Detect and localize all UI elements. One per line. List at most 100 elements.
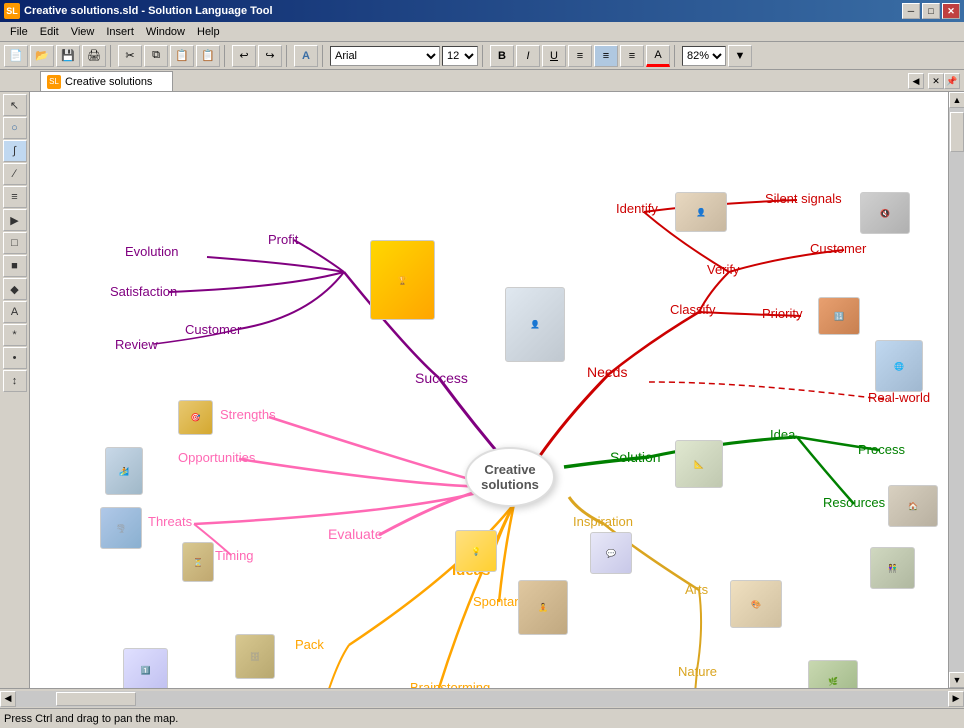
title-bar: SL Creative solutions.sld - Solution Lan… <box>0 0 964 22</box>
opportunities-image: 🏄 <box>105 447 143 495</box>
maximize-button[interactable]: □ <box>922 3 940 19</box>
close-button[interactable]: ✕ <box>942 3 960 19</box>
redo-button[interactable]: ↪ <box>258 45 282 67</box>
menu-help[interactable]: Help <box>191 24 226 40</box>
menu-file[interactable]: File <box>4 24 34 40</box>
print-button[interactable]: 🖨 <box>82 45 106 67</box>
pack1-image: 1️⃣ <box>123 648 168 688</box>
tool-text[interactable]: A <box>3 301 27 323</box>
paste2-button[interactable]: 📋 <box>196 45 220 67</box>
strengths-image: 🎯 <box>178 400 213 435</box>
arts-image: 🎨 <box>730 580 782 628</box>
bottom-scrollbar-area: ◀ ▶ <box>0 688 964 708</box>
nature-image: 🌿 <box>808 660 858 688</box>
scroll-track-vertical[interactable] <box>949 108 964 672</box>
spontaneous-image: 🧘 <box>518 580 568 635</box>
pack3-image: 🗄 <box>235 634 275 679</box>
scroll-down-button[interactable]: ▼ <box>949 672 964 688</box>
inspiration-image: 💬 <box>590 532 632 574</box>
toolbar: 📄 📂 💾 🖨 ✂ ⧉ 📋 📋 ↩ ↪ A Arial 12 B I U ≡ ≡… <box>0 42 964 70</box>
identify-image: 👤 <box>675 192 727 232</box>
align-right-button[interactable]: ≡ <box>620 45 644 67</box>
tool-diamond[interactable]: ◆ <box>3 278 27 300</box>
timing-image: ⏳ <box>182 542 214 582</box>
tab-close[interactable]: ✕ <box>928 73 944 89</box>
align-center-button[interactable]: ≡ <box>594 45 618 67</box>
font-color-button[interactable]: A <box>646 45 670 67</box>
trophy-image: 🏆 <box>370 240 435 320</box>
tab-nav-prev[interactable]: ◀ <box>908 73 924 89</box>
zoom-btn2[interactable]: ▼ <box>728 45 752 67</box>
scroll-thumb-vertical[interactable] <box>950 112 964 152</box>
menu-insert[interactable]: Insert <box>100 24 140 40</box>
tool-resize[interactable]: ↕ <box>3 370 27 392</box>
main-layout: ↖ ○ ∫ ∕ ≡ ▶ □ ■ ◆ A * • ↕ <box>0 92 964 688</box>
tool-bullet[interactable]: • <box>3 347 27 369</box>
menu-view[interactable]: View <box>65 24 101 40</box>
new-button[interactable]: 📄 <box>4 45 28 67</box>
tab-row: SL Creative solutions ◀ ✕ 📌 <box>0 70 964 92</box>
format-button[interactable]: A <box>294 45 318 67</box>
tab-icon: SL <box>47 75 61 89</box>
tab-pin[interactable]: 📌 <box>944 73 960 89</box>
status-message: Press Ctrl and drag to pan the map. <box>4 713 178 725</box>
tab-label: Creative solutions <box>65 76 152 88</box>
right-scrollbar: ▲ ▼ <box>948 92 964 688</box>
underline-button[interactable]: U <box>542 45 566 67</box>
paste-button[interactable]: 📋 <box>170 45 194 67</box>
tool-rect-fill[interactable]: ■ <box>3 255 27 277</box>
central-node[interactable]: Creativesolutions <box>465 447 555 507</box>
zoom-selector[interactable]: 82% <box>682 46 726 66</box>
minimize-button[interactable]: ─ <box>902 3 920 19</box>
open-button[interactable]: 📂 <box>30 45 54 67</box>
font-size-selector[interactable]: 12 <box>442 46 478 66</box>
scroll-up-button[interactable]: ▲ <box>949 92 964 108</box>
h-scroll-track[interactable] <box>16 691 948 707</box>
menu-bar: File Edit View Insert Window Help <box>0 22 964 42</box>
tool-play[interactable]: ▶ <box>3 209 27 231</box>
separator-1 <box>110 45 114 67</box>
menu-window[interactable]: Window <box>140 24 191 40</box>
priority-image: 🔢 <box>818 297 860 335</box>
tool-align[interactable]: ≡ <box>3 186 27 208</box>
scroll-left-button[interactable]: ◀ <box>0 691 16 707</box>
left-toolbar: ↖ ○ ∫ ∕ ≡ ▶ □ ■ ◆ A * • ↕ <box>0 92 30 688</box>
cut-button[interactable]: ✂ <box>118 45 142 67</box>
menu-edit[interactable]: Edit <box>34 24 65 40</box>
tool-star[interactable]: * <box>3 324 27 346</box>
tool-rect-outline[interactable]: □ <box>3 232 27 254</box>
tool-select[interactable]: ↖ <box>3 94 27 116</box>
title-bar-buttons: ─ □ ✕ <box>902 3 960 19</box>
tool-line[interactable]: ∕ <box>3 163 27 185</box>
align-left-button[interactable]: ≡ <box>568 45 592 67</box>
h-scroll-thumb[interactable] <box>56 692 136 706</box>
silent-image: 🔇 <box>860 192 910 234</box>
person-image: 👤 <box>505 287 565 362</box>
tool-curve[interactable]: ∫ <box>3 140 27 162</box>
tool-oval[interactable]: ○ <box>3 117 27 139</box>
process-image: 🏠 <box>888 485 938 527</box>
font-selector[interactable]: Arial <box>330 46 440 66</box>
horizontal-scrollbar[interactable] <box>16 691 948 707</box>
threats-image: 🌪 <box>100 507 142 549</box>
separator-4 <box>322 45 326 67</box>
separator-6 <box>674 45 678 67</box>
solution-image: 📐 <box>675 440 723 488</box>
separator-2 <box>224 45 228 67</box>
resources-image: 👫 <box>870 547 915 589</box>
separator-5 <box>482 45 486 67</box>
italic-button[interactable]: I <box>516 45 540 67</box>
status-bar: Press Ctrl and drag to pan the map. <box>0 708 964 728</box>
copy-button[interactable]: ⧉ <box>144 45 168 67</box>
undo-button[interactable]: ↩ <box>232 45 256 67</box>
mindmap-svg <box>30 92 948 688</box>
app-icon: SL <box>4 3 20 19</box>
ideas-image: 💡 <box>455 530 497 572</box>
canvas-area[interactable]: Creativesolutions Success Profit Evoluti… <box>30 92 948 688</box>
save-button[interactable]: 💾 <box>56 45 80 67</box>
separator-3 <box>286 45 290 67</box>
tab-creative-solutions[interactable]: SL Creative solutions <box>40 71 173 91</box>
bold-button[interactable]: B <box>490 45 514 67</box>
window-title: Creative solutions.sld - Solution Langua… <box>24 5 273 17</box>
scroll-right-button[interactable]: ▶ <box>948 691 964 707</box>
